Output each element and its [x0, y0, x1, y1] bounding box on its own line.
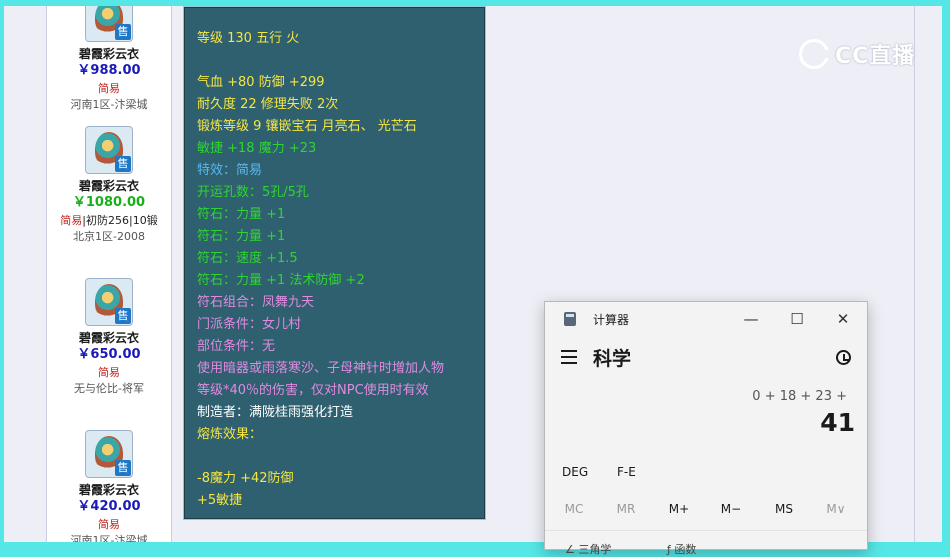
sell-badge: 售 — [115, 156, 131, 172]
detail-line: 气血 +80 防御 +299 — [197, 75, 325, 90]
detail-line: +5敏捷 — [197, 493, 243, 508]
item-thumbnail[interactable]: 售 — [85, 6, 133, 42]
deg-button[interactable]: DEG — [562, 465, 588, 479]
memory-button[interactable]: M− — [706, 498, 756, 520]
detail-line: 部位条件：无 — [197, 339, 276, 354]
item-server: 河南1区-汴梁城 — [70, 534, 148, 542]
detail-line: 等级 130 五行 火 — [197, 31, 300, 46]
page-divider — [914, 6, 915, 542]
item-name[interactable]: 碧霞彩云衣 — [47, 330, 171, 346]
history-icon[interactable] — [836, 350, 851, 365]
detail-line: 特效：简易 — [197, 163, 263, 178]
detail-line: 熔炼效果： — [197, 427, 263, 442]
memory-button[interactable]: MR — [601, 498, 651, 520]
calculator-app-icon — [564, 312, 576, 326]
item-tags: 简易 — [47, 364, 171, 381]
item-name[interactable]: 碧霞彩云衣 — [47, 46, 171, 62]
cc-logo-icon — [799, 39, 830, 69]
listing-item[interactable]: 售碧霞彩云衣 ￥988.00 简易河南1区-汴梁城 — [47, 6, 171, 113]
menu-icon[interactable] — [561, 350, 577, 364]
item-tags: 简易 — [47, 80, 171, 97]
logo-text: CC直播 — [835, 44, 916, 69]
item-thumbnail[interactable]: 售 — [85, 430, 133, 478]
item-server: 北京1区-2008 — [73, 230, 145, 243]
memory-button[interactable]: MS — [759, 498, 809, 520]
detail-line: 等级*40％的伤害，仅对NPC使用时有效 — [197, 383, 429, 398]
sell-badge: 售 — [115, 460, 131, 476]
item-server: 无与伦比-将军 — [74, 382, 144, 395]
calculator-separator — [545, 530, 867, 531]
detail-line: 符石：速度 +1.5 — [197, 251, 298, 266]
function-button[interactable]: ƒ 函数 — [667, 541, 696, 557]
detail-line: 符石：力量 +1 — [197, 207, 286, 222]
trigonometry-button[interactable]: ∠ 三角学 — [565, 541, 611, 557]
detail-line: 制造者：满陇桂雨强化打造 — [197, 405, 354, 420]
item-thumbnail[interactable]: 售 — [85, 278, 133, 326]
detail-line: 门派条件：女儿村 — [197, 317, 302, 332]
calculator-mode-title: 科学 — [593, 348, 632, 370]
memory-button[interactable]: M+ — [654, 498, 704, 520]
memory-button[interactable]: MC — [549, 498, 599, 520]
minimize-button[interactable]: — — [731, 306, 771, 332]
memory-button[interactable]: M∨ — [811, 498, 861, 520]
item-tags: 简易 — [47, 516, 171, 533]
sell-badge: 售 — [115, 24, 131, 40]
fe-button[interactable]: F-E — [617, 465, 636, 479]
close-button[interactable]: ✕ — [823, 306, 863, 332]
effect-tag: 简易 — [98, 518, 120, 531]
effect-tag: 简易 — [60, 214, 83, 227]
item-server: 河南1区-汴梁城 — [70, 98, 148, 111]
listing-item[interactable]: 售碧霞彩云衣 ￥1080.00 简易|初防256|10锻 北京1区-2008 — [47, 126, 171, 245]
detail-line: 符石：力量 +1 — [197, 229, 286, 244]
detail-line: 锻炼等级 9 镶嵌宝石 月亮石、 光芒石 — [197, 119, 417, 134]
calculator-result: 41 — [820, 408, 855, 437]
info-tag: 10锻 — [132, 214, 158, 227]
calculator-titlebar[interactable]: 计算器 — ☐ ✕ — [545, 302, 867, 336]
maximize-button[interactable]: ☐ — [777, 306, 817, 332]
sell-badge: 售 — [115, 308, 131, 324]
listing-column: 售碧霞彩云衣 ￥988.00 简易 河南1区-汴梁城售碧霞彩云衣 ￥1080.00 简易|… — [46, 6, 172, 542]
detail-line: 符石：力量 +1 法术防御 +2 — [197, 273, 365, 288]
item-price: ￥988.00 — [77, 63, 141, 78]
item-name[interactable]: 碧霞彩云衣 — [47, 178, 171, 194]
effect-tag: 简易 — [98, 82, 120, 95]
calculator-title: 计算器 — [593, 313, 630, 327]
detail-line: 敏捷 +18 魔力 +23 — [197, 141, 317, 156]
item-price: ￥1080.00 — [72, 195, 146, 210]
detail-line: -8魔力 +42防御 — [197, 471, 294, 486]
detail-line: 开运孔数：5孔/5孔 — [197, 185, 309, 200]
listing-item[interactable]: 售碧霞彩云衣 ￥650.00 简易无与伦比-将军 — [47, 278, 171, 397]
cc-live-logo: CC直播 — [799, 36, 915, 72]
item-tags: 简易|初防256|10锻 — [47, 212, 171, 229]
item-price: ￥650.00 — [77, 347, 141, 362]
info-tag: |初防256| — [82, 214, 133, 227]
listing-item[interactable]: 售碧霞彩云衣 ￥420.00 简易河南1区-汴梁城 — [47, 430, 171, 542]
item-thumbnail[interactable]: 售 — [85, 126, 133, 174]
item-price: ￥420.00 — [77, 499, 141, 514]
item-details-panel: 等级 130 五行 火气血 +80 防御 +299 耐久度 22 修理失败 2次锻… — [183, 6, 486, 520]
calculator-window: 计算器 — ☐ ✕ 科学 0 + 18 + 23 + 41 DEG F-E MC… — [544, 301, 868, 556]
detail-line: 符石组合：凤舞九天 — [197, 295, 315, 310]
calculator-expression: 0 + 18 + 23 + — [752, 389, 847, 404]
memory-row: MC MR M+ M− MS M∨ — [545, 498, 867, 520]
effect-tag: 简易 — [98, 366, 120, 379]
item-name[interactable]: 碧霞彩云衣 — [47, 482, 171, 498]
detail-line: 使用暗器或雨落寒沙、子母神针时增加人物 — [197, 361, 445, 376]
detail-line: 耐久度 22 修理失败 2次 — [197, 97, 339, 112]
